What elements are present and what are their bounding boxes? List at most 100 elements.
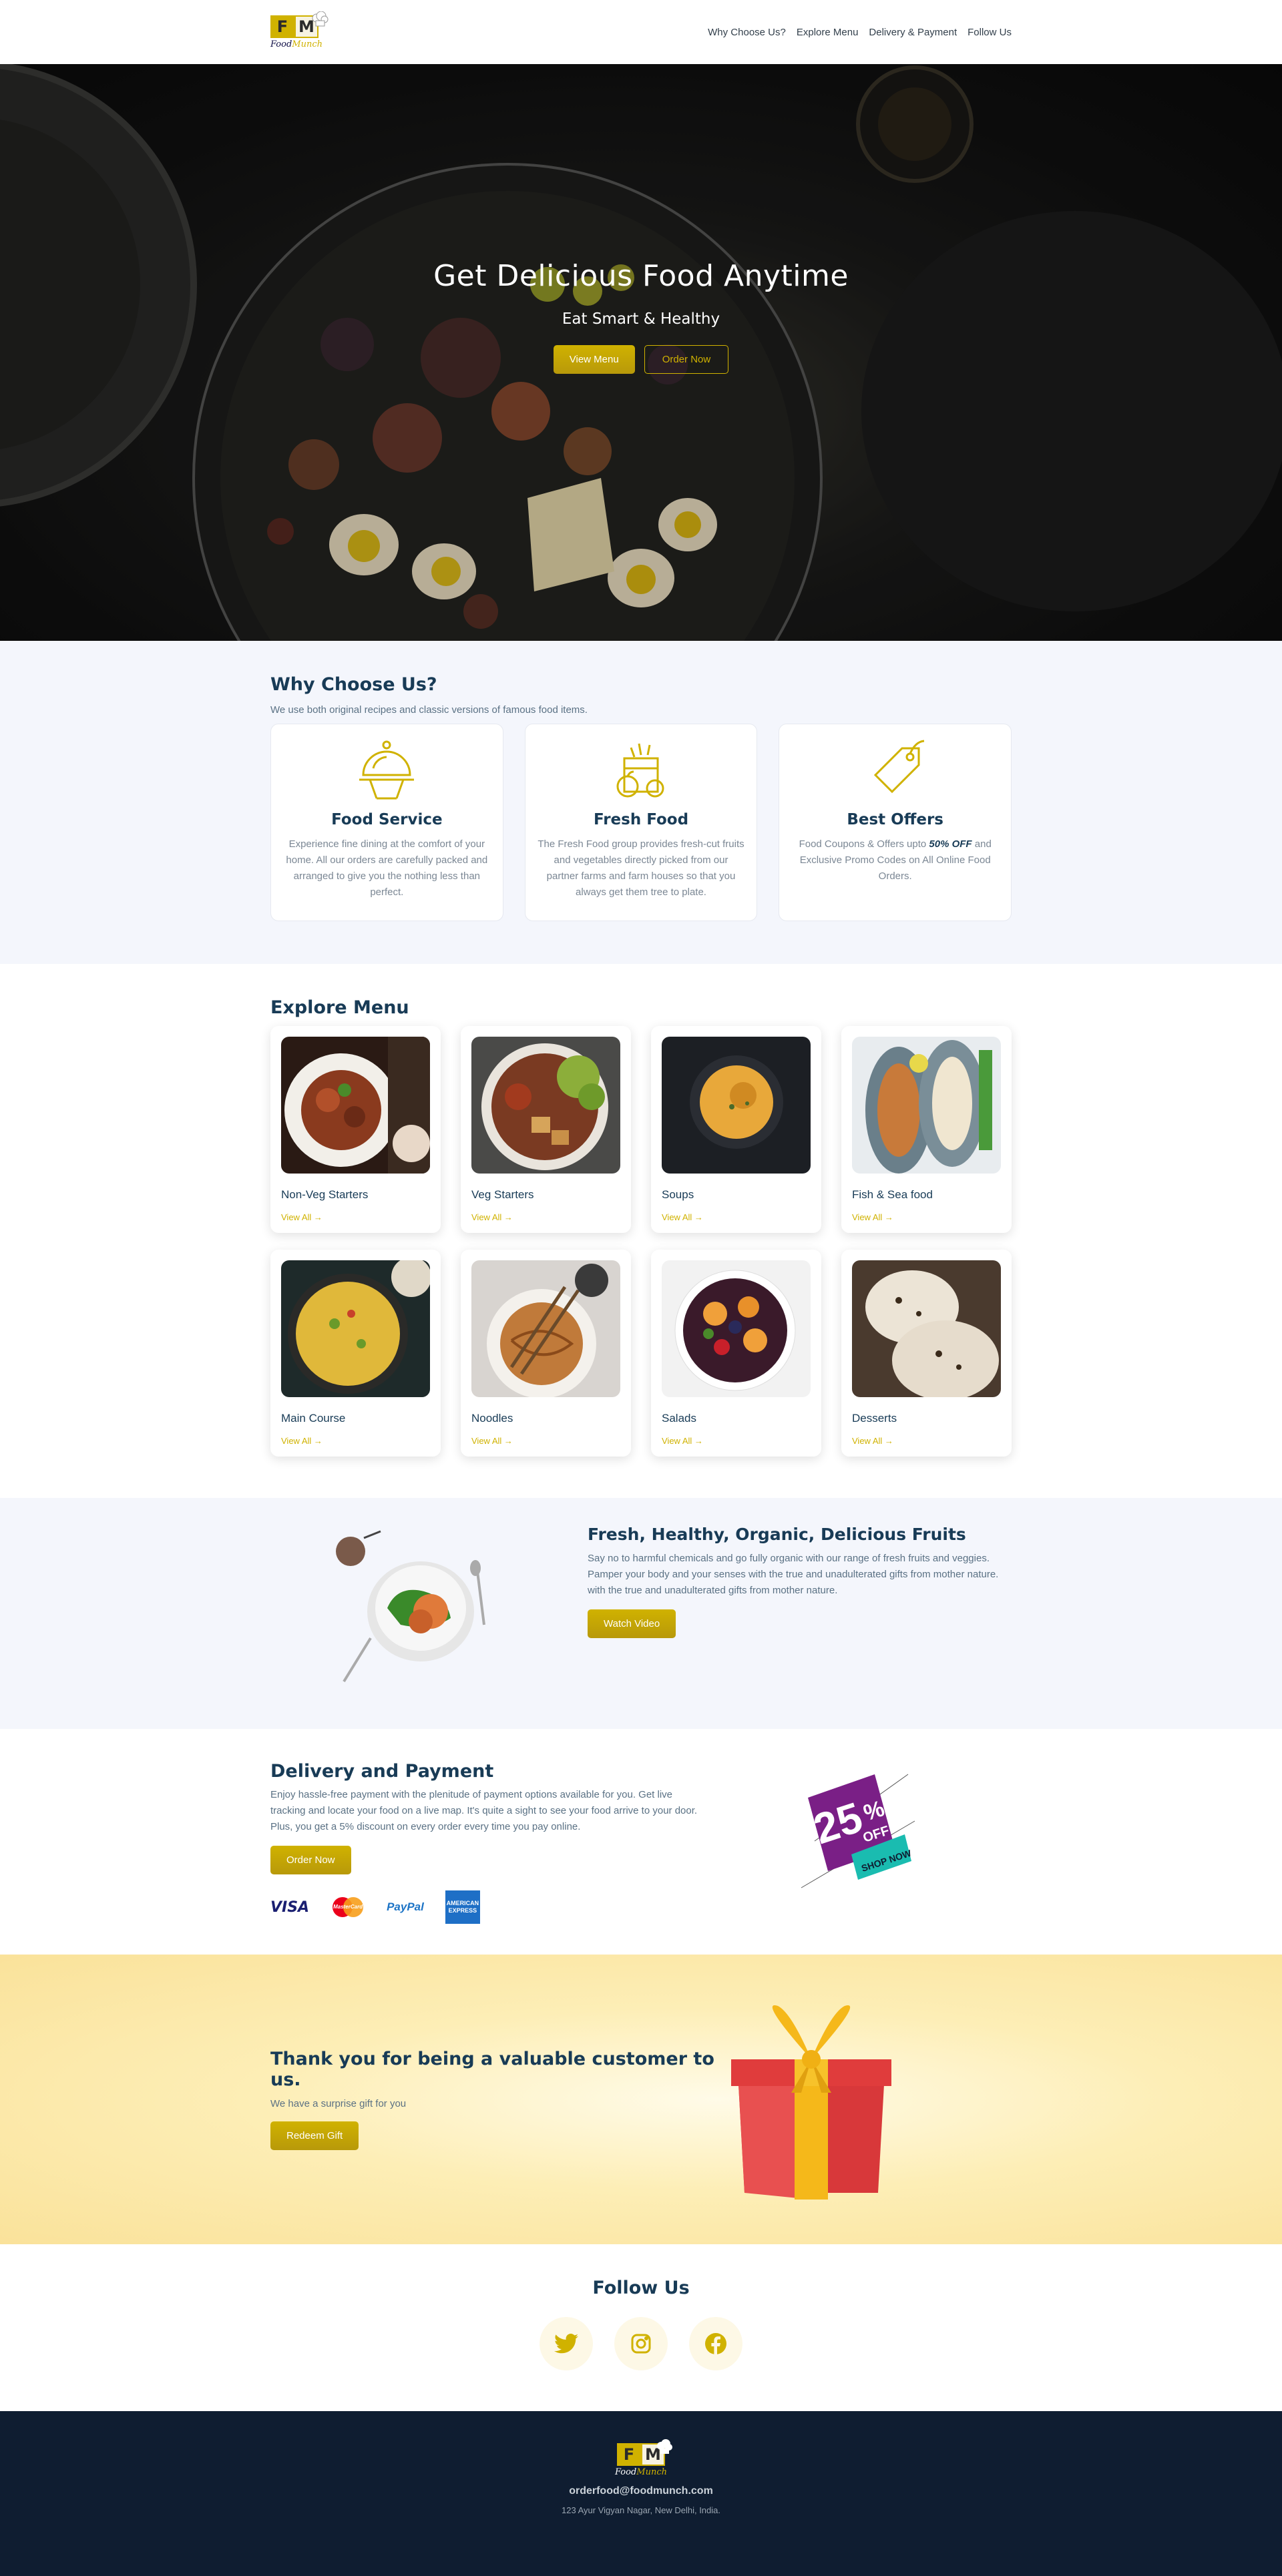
menu-title: Soups bbox=[662, 1188, 694, 1201]
logo-wordmark: FoodMunch bbox=[270, 39, 323, 49]
menu-card-main-course[interactable]: Main Course View All → bbox=[270, 1250, 441, 1457]
why-card-description: Food Coupons & Offers upto 50% OFF and E… bbox=[799, 838, 992, 882]
menu-title: Veg Starters bbox=[471, 1188, 534, 1201]
healthy-food-description: Say no to harmful chemicals and go fully… bbox=[588, 1553, 999, 1596]
banner-caption: Eat Smart & Healthy bbox=[562, 310, 720, 328]
view-all-link[interactable]: View All → bbox=[281, 1212, 323, 1222]
menu-card-non-veg-starters[interactable]: Non-Veg Starters View All → bbox=[270, 1026, 441, 1233]
banner-order-now-button[interactable]: Order Now bbox=[644, 345, 729, 374]
delivery-description: Enjoy hassle-free payment with the pleni… bbox=[270, 1789, 698, 1832]
instagram-link[interactable] bbox=[614, 2317, 668, 2370]
menu-image bbox=[662, 1037, 811, 1174]
menu-title: Non-Veg Starters bbox=[281, 1188, 369, 1201]
brand-logo[interactable]: F M FoodMunch bbox=[270, 11, 329, 49]
explore-menu-heading: Explore Menu bbox=[270, 997, 409, 1018]
mastercard-icon: MasterCard bbox=[331, 1896, 365, 1918]
nav-link-why-choose-us[interactable]: Why Choose Us? bbox=[708, 27, 786, 38]
logo-letter-f: F bbox=[270, 15, 294, 38]
menu-title: Noodles bbox=[471, 1412, 513, 1425]
footer-logo[interactable]: F M FoodMunch bbox=[614, 2439, 672, 2477]
fresh-food-icon bbox=[616, 743, 664, 797]
view-all-link[interactable]: View All → bbox=[662, 1436, 703, 1446]
chef-hat-icon bbox=[312, 11, 329, 26]
menu-image bbox=[281, 1260, 430, 1397]
amex-icon: AMERICAN EXPRESS bbox=[445, 1890, 480, 1924]
banner-content: Get Delicious Food Anytime Eat Smart & H… bbox=[0, 259, 1282, 374]
why-card-best-offers: Best Offers Food Coupons & Offers upto 5… bbox=[779, 724, 1012, 921]
instagram-icon bbox=[631, 2334, 651, 2354]
healthy-food-heading: Fresh, Healthy, Organic, Delicious Fruit… bbox=[588, 1525, 966, 1544]
why-card-food-service: Food Service Experience fine dining at t… bbox=[270, 724, 503, 921]
twitter-icon bbox=[554, 2334, 578, 2354]
view-all-link[interactable]: View All → bbox=[662, 1212, 703, 1222]
delivery-order-now-button[interactable]: Order Now bbox=[270, 1846, 351, 1874]
view-all-link[interactable]: View All → bbox=[281, 1436, 323, 1446]
menu-image bbox=[471, 1037, 620, 1174]
social-links bbox=[0, 2317, 1282, 2370]
nav-link-explore-menu[interactable]: Explore Menu bbox=[797, 27, 859, 38]
banner-buttons: View Menu Order Now bbox=[0, 345, 1282, 374]
menu-card-salads[interactable]: Salads View All → bbox=[651, 1250, 821, 1457]
discount-badge[interactable]: 25 % OFF SHOP NOW bbox=[698, 1761, 1012, 1924]
visa-icon: VISA bbox=[270, 1898, 310, 1916]
menu-image bbox=[662, 1260, 811, 1397]
payment-methods: VISA MasterCard PayPal AMERICAN EXPRESS bbox=[270, 1890, 698, 1924]
menu-card-desserts[interactable]: Desserts View All → bbox=[841, 1250, 1012, 1457]
twitter-link[interactable] bbox=[540, 2317, 593, 2370]
why-card-description: The Fresh Food group provides fresh-cut … bbox=[538, 838, 744, 898]
why-description: We use both original recipes and classic… bbox=[270, 704, 588, 716]
banner-heading: Get Delicious Food Anytime bbox=[433, 259, 849, 293]
view-menu-button[interactable]: View Menu bbox=[553, 345, 635, 374]
footer-address: 123 Ayur Vigyan Nagar, New Delhi, India. bbox=[562, 2505, 720, 2515]
healthy-food-text: Fresh, Healthy, Organic, Delicious Fruit… bbox=[588, 1525, 1002, 1638]
footer: F M FoodMunch orderfood@foodmunch.com 12… bbox=[0, 2411, 1282, 2576]
nav-link-follow-us[interactable]: Follow Us bbox=[968, 27, 1012, 38]
delivery-text: Delivery and Payment Enjoy hassle-free p… bbox=[270, 1761, 698, 1924]
delivery-heading: Delivery and Payment bbox=[270, 1761, 494, 1782]
menu-title: Main Course bbox=[281, 1412, 346, 1425]
nav-links: Why Choose Us? Explore Menu Delivery & P… bbox=[708, 27, 1012, 38]
redeem-gift-button[interactable]: Redeem Gift bbox=[270, 2121, 359, 2150]
view-all-link[interactable]: View All → bbox=[852, 1212, 893, 1222]
view-all-link[interactable]: View All → bbox=[852, 1436, 893, 1446]
chef-hat-icon bbox=[656, 2439, 672, 2454]
offer-highlight: 50% OFF bbox=[929, 838, 972, 850]
price-tag-icon bbox=[873, 740, 924, 793]
menu-card-soups[interactable]: Soups View All → bbox=[651, 1026, 821, 1233]
menu-image bbox=[852, 1260, 1001, 1397]
menu-card-fish-sea-food[interactable]: Fish & Sea food View All → bbox=[841, 1026, 1012, 1233]
view-all-link[interactable]: View All → bbox=[471, 1212, 513, 1222]
gift-section: Thank you for being a valuable customer … bbox=[0, 1955, 1282, 2244]
footer-email[interactable]: orderfood@foodmunch.com bbox=[0, 2485, 1282, 2497]
watch-video-button[interactable]: Watch Video bbox=[588, 1609, 676, 1638]
logo-wordmark: FoodMunch bbox=[614, 2467, 667, 2477]
why-cards: Food Service Experience fine dining at t… bbox=[270, 724, 1012, 921]
menu-card-noodles[interactable]: Noodles View All → bbox=[461, 1250, 631, 1457]
view-all-link[interactable]: View All → bbox=[471, 1436, 513, 1446]
menu-title: Fish & Sea food bbox=[852, 1188, 933, 1201]
follow-us-section: Follow Us bbox=[0, 2244, 1282, 2411]
facebook-icon bbox=[705, 2333, 726, 2355]
menu-grid: Non-Veg Starters View All → Veg Starters… bbox=[270, 1026, 1012, 1457]
menu-image bbox=[852, 1037, 1001, 1174]
paypal-icon: PayPal bbox=[387, 1900, 424, 1913]
nav-link-delivery-payment[interactable]: Delivery & Payment bbox=[869, 27, 957, 38]
menu-image bbox=[281, 1037, 430, 1174]
facebook-link[interactable] bbox=[689, 2317, 742, 2370]
why-choose-us-section: Why Choose Us? We use both original reci… bbox=[0, 641, 1282, 964]
gift-text: Thank you for being a valuable customer … bbox=[270, 2049, 718, 2150]
why-card-title: Fresh Food bbox=[593, 811, 689, 828]
healthy-food-image bbox=[270, 1525, 588, 1692]
logo-letter-f: F bbox=[616, 2443, 641, 2466]
food-service-icon bbox=[359, 740, 415, 799]
gift-box-image bbox=[718, 1993, 905, 2206]
why-card-title: Best Offers bbox=[847, 811, 943, 828]
why-card-fresh-food: Fresh Food The Fresh Food group provides… bbox=[524, 724, 758, 921]
why-card-title: Food Service bbox=[331, 811, 443, 828]
gift-description: We have a surprise gift for you bbox=[270, 2098, 407, 2109]
why-card-description: Experience fine dining at the comfort of… bbox=[286, 838, 488, 898]
follow-us-heading: Follow Us bbox=[592, 2278, 690, 2298]
navbar: F M FoodMunch Why Choose Us? Explore Men… bbox=[0, 0, 1282, 64]
menu-image bbox=[471, 1260, 620, 1397]
menu-card-veg-starters[interactable]: Veg Starters View All → bbox=[461, 1026, 631, 1233]
